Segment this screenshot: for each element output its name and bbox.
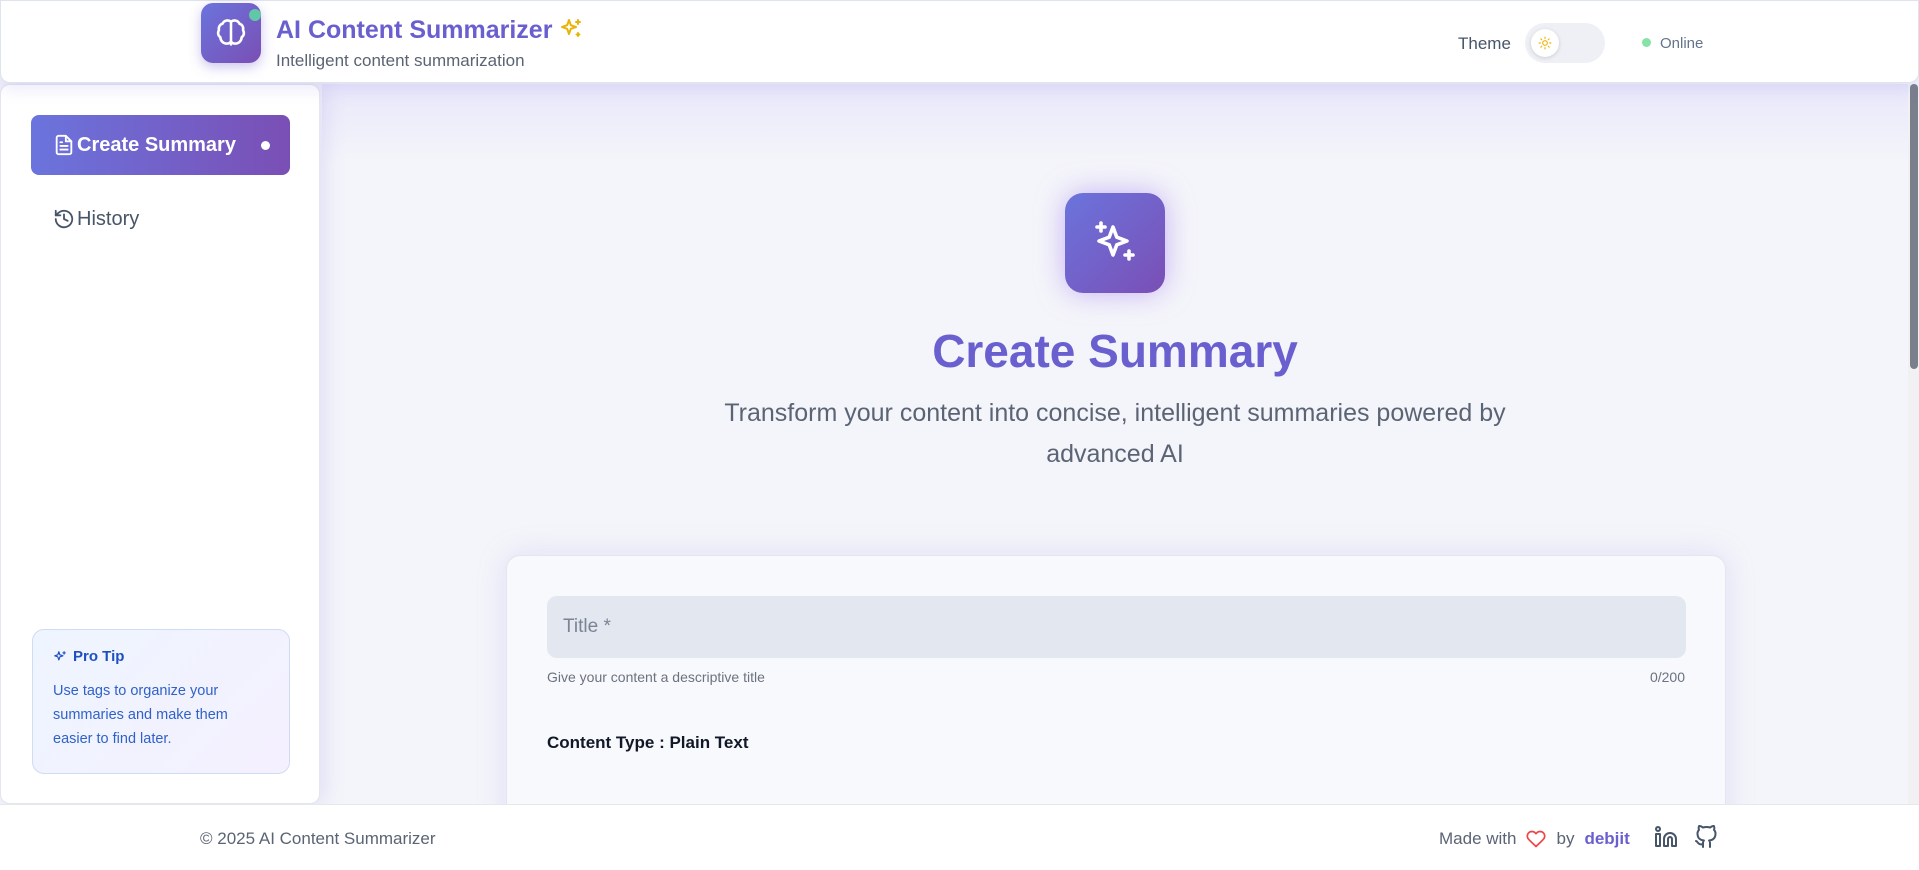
page-subtitle: Transform your content into concise, int… [724, 399, 1506, 468]
active-indicator-dot [261, 141, 270, 150]
main-content: Create Summary Transform your content in… [322, 84, 1912, 804]
online-status-dot [1642, 38, 1651, 47]
sidebar-item-label: History [77, 207, 140, 230]
summary-form-card: Give your content a descriptive title 0/… [506, 555, 1726, 804]
sidebar-item-create-summary[interactable]: Create Summary [31, 115, 290, 175]
pro-tip-text: Use tags to organize your summaries and … [53, 683, 228, 747]
scrollbar-thumb[interactable] [1910, 84, 1918, 369]
document-icon [53, 134, 75, 156]
title-helper-text: Give your content a descriptive title [547, 669, 765, 685]
history-icon [53, 208, 75, 230]
by-text: by [1556, 829, 1575, 848]
logo-status-dot [249, 9, 261, 21]
made-with-credit: Made with by debjit [1439, 829, 1630, 849]
sidebar: Create Summary History Pro Tip Use tags … [0, 84, 320, 804]
heart-icon [1526, 829, 1546, 849]
sparkles-icon [559, 17, 583, 46]
app-title: AI Content Summarizer [276, 16, 553, 44]
sun-icon [1531, 29, 1559, 57]
sparkles-icon [53, 650, 67, 664]
theme-label: Theme [1458, 34, 1511, 53]
theme-toggle[interactable] [1525, 23, 1605, 63]
made-with-text: Made with [1439, 829, 1517, 848]
pro-tip-card: Pro Tip Use tags to organize your summar… [32, 629, 290, 774]
copyright-text: © 2025 AI Content Summarizer [200, 829, 436, 848]
app-subtitle: Intelligent content summarization [276, 51, 525, 70]
page-title: Create Summary [932, 325, 1298, 377]
sidebar-item-history[interactable]: History [31, 191, 290, 247]
header-glow [322, 84, 1912, 164]
github-icon[interactable] [1694, 825, 1718, 849]
title-char-count: 0/200 [1649, 669, 1685, 685]
page-scrollbar[interactable] [1908, 84, 1919, 804]
pro-tip-title: Pro Tip [73, 648, 125, 665]
linkedin-icon[interactable] [1654, 825, 1678, 849]
title-input[interactable] [547, 596, 1686, 658]
sparkles-icon [1065, 193, 1165, 293]
brain-logo-icon [201, 3, 261, 63]
online-status-text: Online [1660, 35, 1704, 52]
author-link[interactable]: debjit [1584, 829, 1629, 849]
content-type-label: Content Type : Plain Text [547, 733, 749, 752]
sidebar-item-label: Create Summary [77, 133, 236, 156]
app-header: AI Content Summarizer Intelligent conten… [0, 0, 1919, 83]
app-footer: © 2025 AI Content Summarizer Made with b… [0, 804, 1919, 870]
